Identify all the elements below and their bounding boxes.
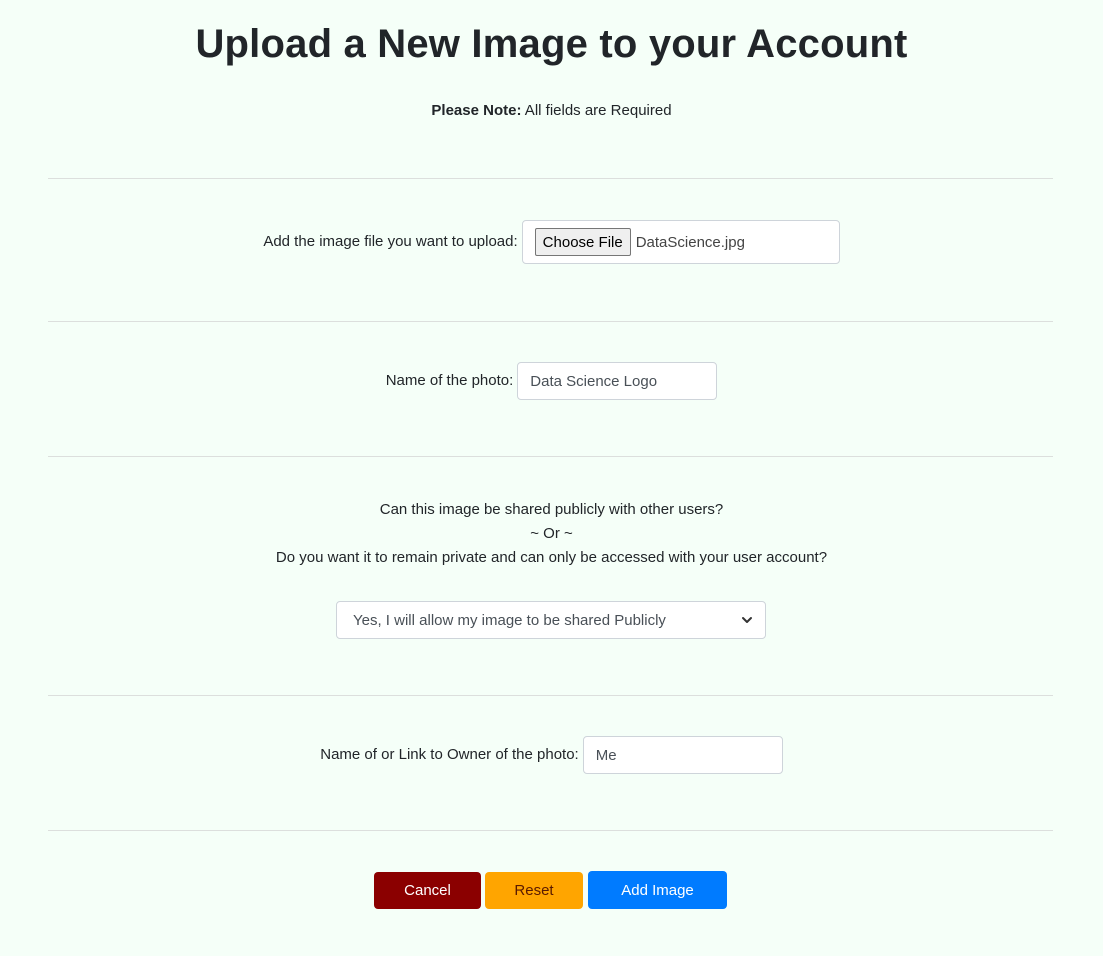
divider (48, 830, 1053, 831)
owner-row: Name of or Link to Owner of the photo: M… (0, 736, 1103, 774)
page-title: Upload a New Image to your Account (195, 22, 908, 66)
sharing-question-line-2: Do you want it to remain private and can… (275, 549, 828, 566)
photo-name-row: Name of the photo: Data Science Logo (0, 362, 1103, 400)
owner-input[interactable]: Me (582, 736, 783, 774)
photo-name-label: Name of the photo: (385, 372, 514, 389)
sharing-selected-option: Yes, I will allow my image to be shared … (353, 611, 666, 629)
divider (48, 321, 1053, 322)
sharing-question-or: ~ Or ~ (530, 525, 573, 542)
owner-label: Name of or Link to Owner of the photo: (320, 746, 579, 763)
divider (48, 456, 1053, 457)
sharing-question: Can this image be shared publicly with o… (0, 498, 1103, 570)
divider (48, 178, 1053, 179)
sharing-question-line-1: Can this image be shared publicly with o… (379, 501, 724, 518)
note-text: All fields are Required (521, 102, 672, 119)
selected-file-name: DataScience.jpg (635, 233, 745, 251)
cancel-button[interactable]: Cancel (374, 872, 481, 909)
file-input[interactable]: Choose File DataScience.jpg (521, 220, 840, 264)
required-note: Please Note: All fields are Required (0, 101, 1103, 121)
divider (48, 695, 1053, 696)
choose-file-button[interactable]: Choose File (534, 228, 631, 256)
photo-name-input[interactable]: Data Science Logo (517, 362, 718, 400)
file-upload-label: Add the image file you want to upload: (263, 233, 518, 250)
reset-button[interactable]: Reset (485, 872, 583, 909)
chevron-down-icon (741, 614, 753, 626)
note-label: Please Note: (431, 102, 522, 119)
sharing-select[interactable]: Yes, I will allow my image to be shared … (336, 601, 766, 639)
file-upload-row: Add the image file you want to upload: C… (0, 219, 1103, 265)
add-image-button[interactable]: Add Image (588, 871, 727, 909)
